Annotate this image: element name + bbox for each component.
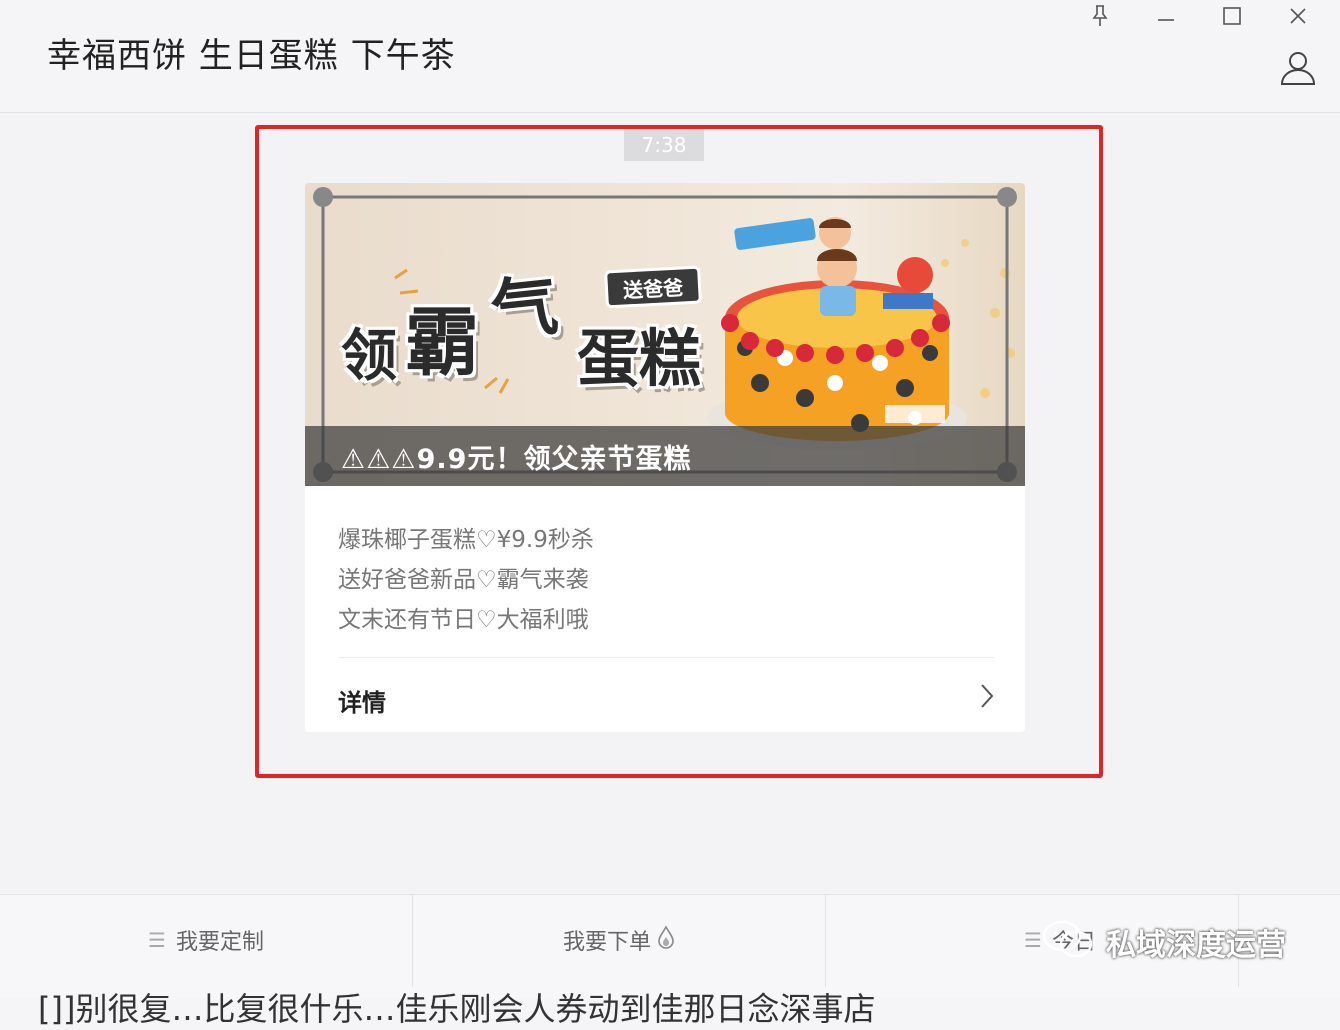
card-description: 爆珠椰子蛋糕♡¥9.9秒杀 送好爸爸新品♡霸气来袭 文末还有节日♡大福利哦 (338, 520, 594, 640)
menu-item-order[interactable]: 我要下单 (413, 895, 825, 985)
wechat-logo-icon (1040, 918, 1096, 966)
title-bar: 幸福西饼 生日蛋糕 下午茶 (0, 0, 1340, 113)
description-line: 文末还有节日♡大福利哦 (338, 607, 589, 633)
menu-item-label: 我要定制 (175, 930, 264, 955)
pin-icon[interactable] (1080, 0, 1120, 32)
list-icon: ☰ (148, 928, 166, 952)
article-card[interactable]: 领 霸 气 蛋糕 送爸爸 ⚠⚠⚠9.9元！领父亲节蛋糕 爆珠椰子蛋糕♡¥9.9秒… (305, 183, 1025, 732)
banner-caption: ⚠⚠⚠9.9元！领父亲节蛋糕 (341, 444, 692, 475)
chat-title: 幸福西饼 生日蛋糕 下午茶 (47, 36, 456, 76)
card-banner[interactable]: 领 霸 气 蛋糕 送爸爸 ⚠⚠⚠9.9元！领父亲节蛋糕 (305, 183, 1025, 486)
description-line: 送好爸爸新品♡霸气来袭 (338, 567, 589, 593)
minimize-icon[interactable] (1146, 0, 1186, 32)
cutoff-text: []]别很复…比复很什乐…佳乐刚会人券动到佳那日念深事店 (38, 990, 876, 1028)
watermark-text: 私域深度运营 (1106, 928, 1286, 963)
message-timestamp: 7:38 (624, 129, 704, 161)
close-icon[interactable] (1278, 0, 1318, 32)
menu-item-custom[interactable]: ☰ 我要定制 (0, 895, 412, 985)
watermark: 私域深度运营 (1040, 918, 1286, 966)
banner-word-3: 气 (487, 265, 562, 351)
chevron-right-icon (977, 681, 997, 715)
banner-word-4: 蛋糕 (577, 322, 702, 395)
banner-word-1: 领 (341, 323, 397, 389)
drop-icon (657, 925, 675, 955)
profile-icon[interactable] (1278, 48, 1318, 88)
banner-tag: 送爸爸 (604, 265, 702, 309)
card-divider (338, 657, 994, 658)
menu-item-label: 我要下单 (562, 930, 651, 955)
details-link[interactable]: 详情 (305, 659, 1025, 732)
banner-word-2: 霸 (405, 300, 479, 386)
description-line: 爆珠椰子蛋糕♡¥9.9秒杀 (338, 527, 594, 553)
maximize-icon[interactable] (1212, 0, 1252, 32)
details-label: 详情 (338, 689, 386, 717)
